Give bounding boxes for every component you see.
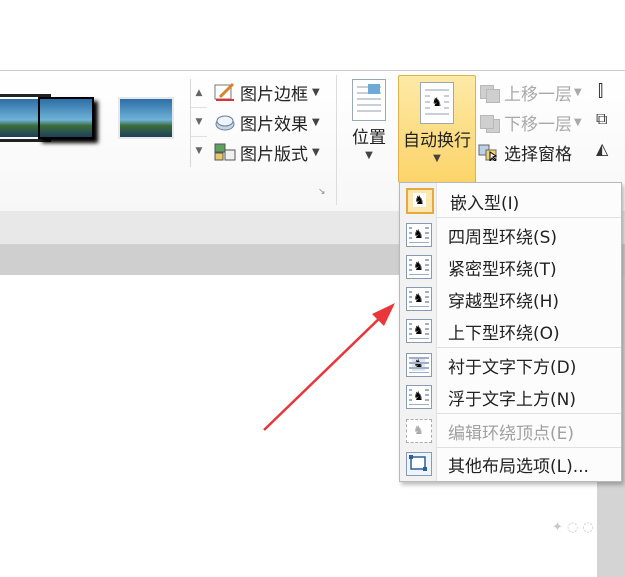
menu-item-more-layout-options[interactable]: 其他布局选项(L)...: [400, 449, 621, 479]
menu-item-label: 衬于文字下方(D): [448, 357, 577, 378]
menu-item-top-bottom[interactable]: ♞ 上下型环绕(O): [400, 316, 621, 346]
in-front-of-text-icon: ♞: [406, 385, 432, 409]
menu-separator: [436, 347, 621, 348]
menu-item-in-front-of-text[interactable]: ♞ 浮于文字上方(N): [400, 382, 621, 412]
through-wrap-icon: ♞: [406, 287, 432, 311]
menu-item-square[interactable]: ♞ 四周型环绕(S): [400, 220, 621, 250]
menu-item-label: 紧密型环绕(T): [448, 259, 557, 280]
menu-separator: [436, 217, 621, 218]
menu-item-through[interactable]: ♞ 穿越型环绕(H): [400, 284, 621, 314]
menu-item-edit-wrap-points[interactable]: ♞ 编辑环绕顶点(E): [400, 416, 621, 446]
tight-wrap-icon: ♞: [406, 255, 432, 279]
menu-item-label: 其他布局选项(L)...: [448, 456, 589, 477]
menu-item-label: 上下型环绕(O): [448, 323, 560, 344]
square-wrap-icon: ♞: [406, 223, 432, 247]
menu-item-label: 穿越型环绕(H): [448, 291, 560, 312]
menu-item-label: 四周型环绕(S): [448, 227, 558, 248]
menu-item-tight[interactable]: ♞ 紧密型环绕(T): [400, 252, 621, 282]
menu-item-label: 嵌入型(I): [450, 193, 520, 214]
behind-text-icon: ♞: [406, 353, 432, 377]
menu-item-label: 浮于文字上方(N): [448, 389, 576, 410]
wrap-text-menu: ♞ 嵌入型(I) ♞ 四周型环绕(S) ♞ 紧密型环绕(T) ♞ 穿越型环绕(H…: [399, 182, 622, 482]
menu-item-label: 编辑环绕顶点(E): [448, 423, 575, 444]
menu-item-behind-text[interactable]: ♞ 衬于文字下方(D): [400, 350, 621, 380]
edit-wrap-points-icon: ♞: [406, 419, 432, 443]
inline-wrap-icon: ♞: [406, 188, 434, 214]
more-layout-options-icon: [406, 452, 432, 476]
top-bottom-wrap-icon: ♞: [406, 319, 432, 343]
menu-item-inline[interactable]: ♞ 嵌入型(I): [400, 186, 621, 216]
menu-separator: [436, 413, 621, 414]
menu-separator: [436, 447, 621, 448]
